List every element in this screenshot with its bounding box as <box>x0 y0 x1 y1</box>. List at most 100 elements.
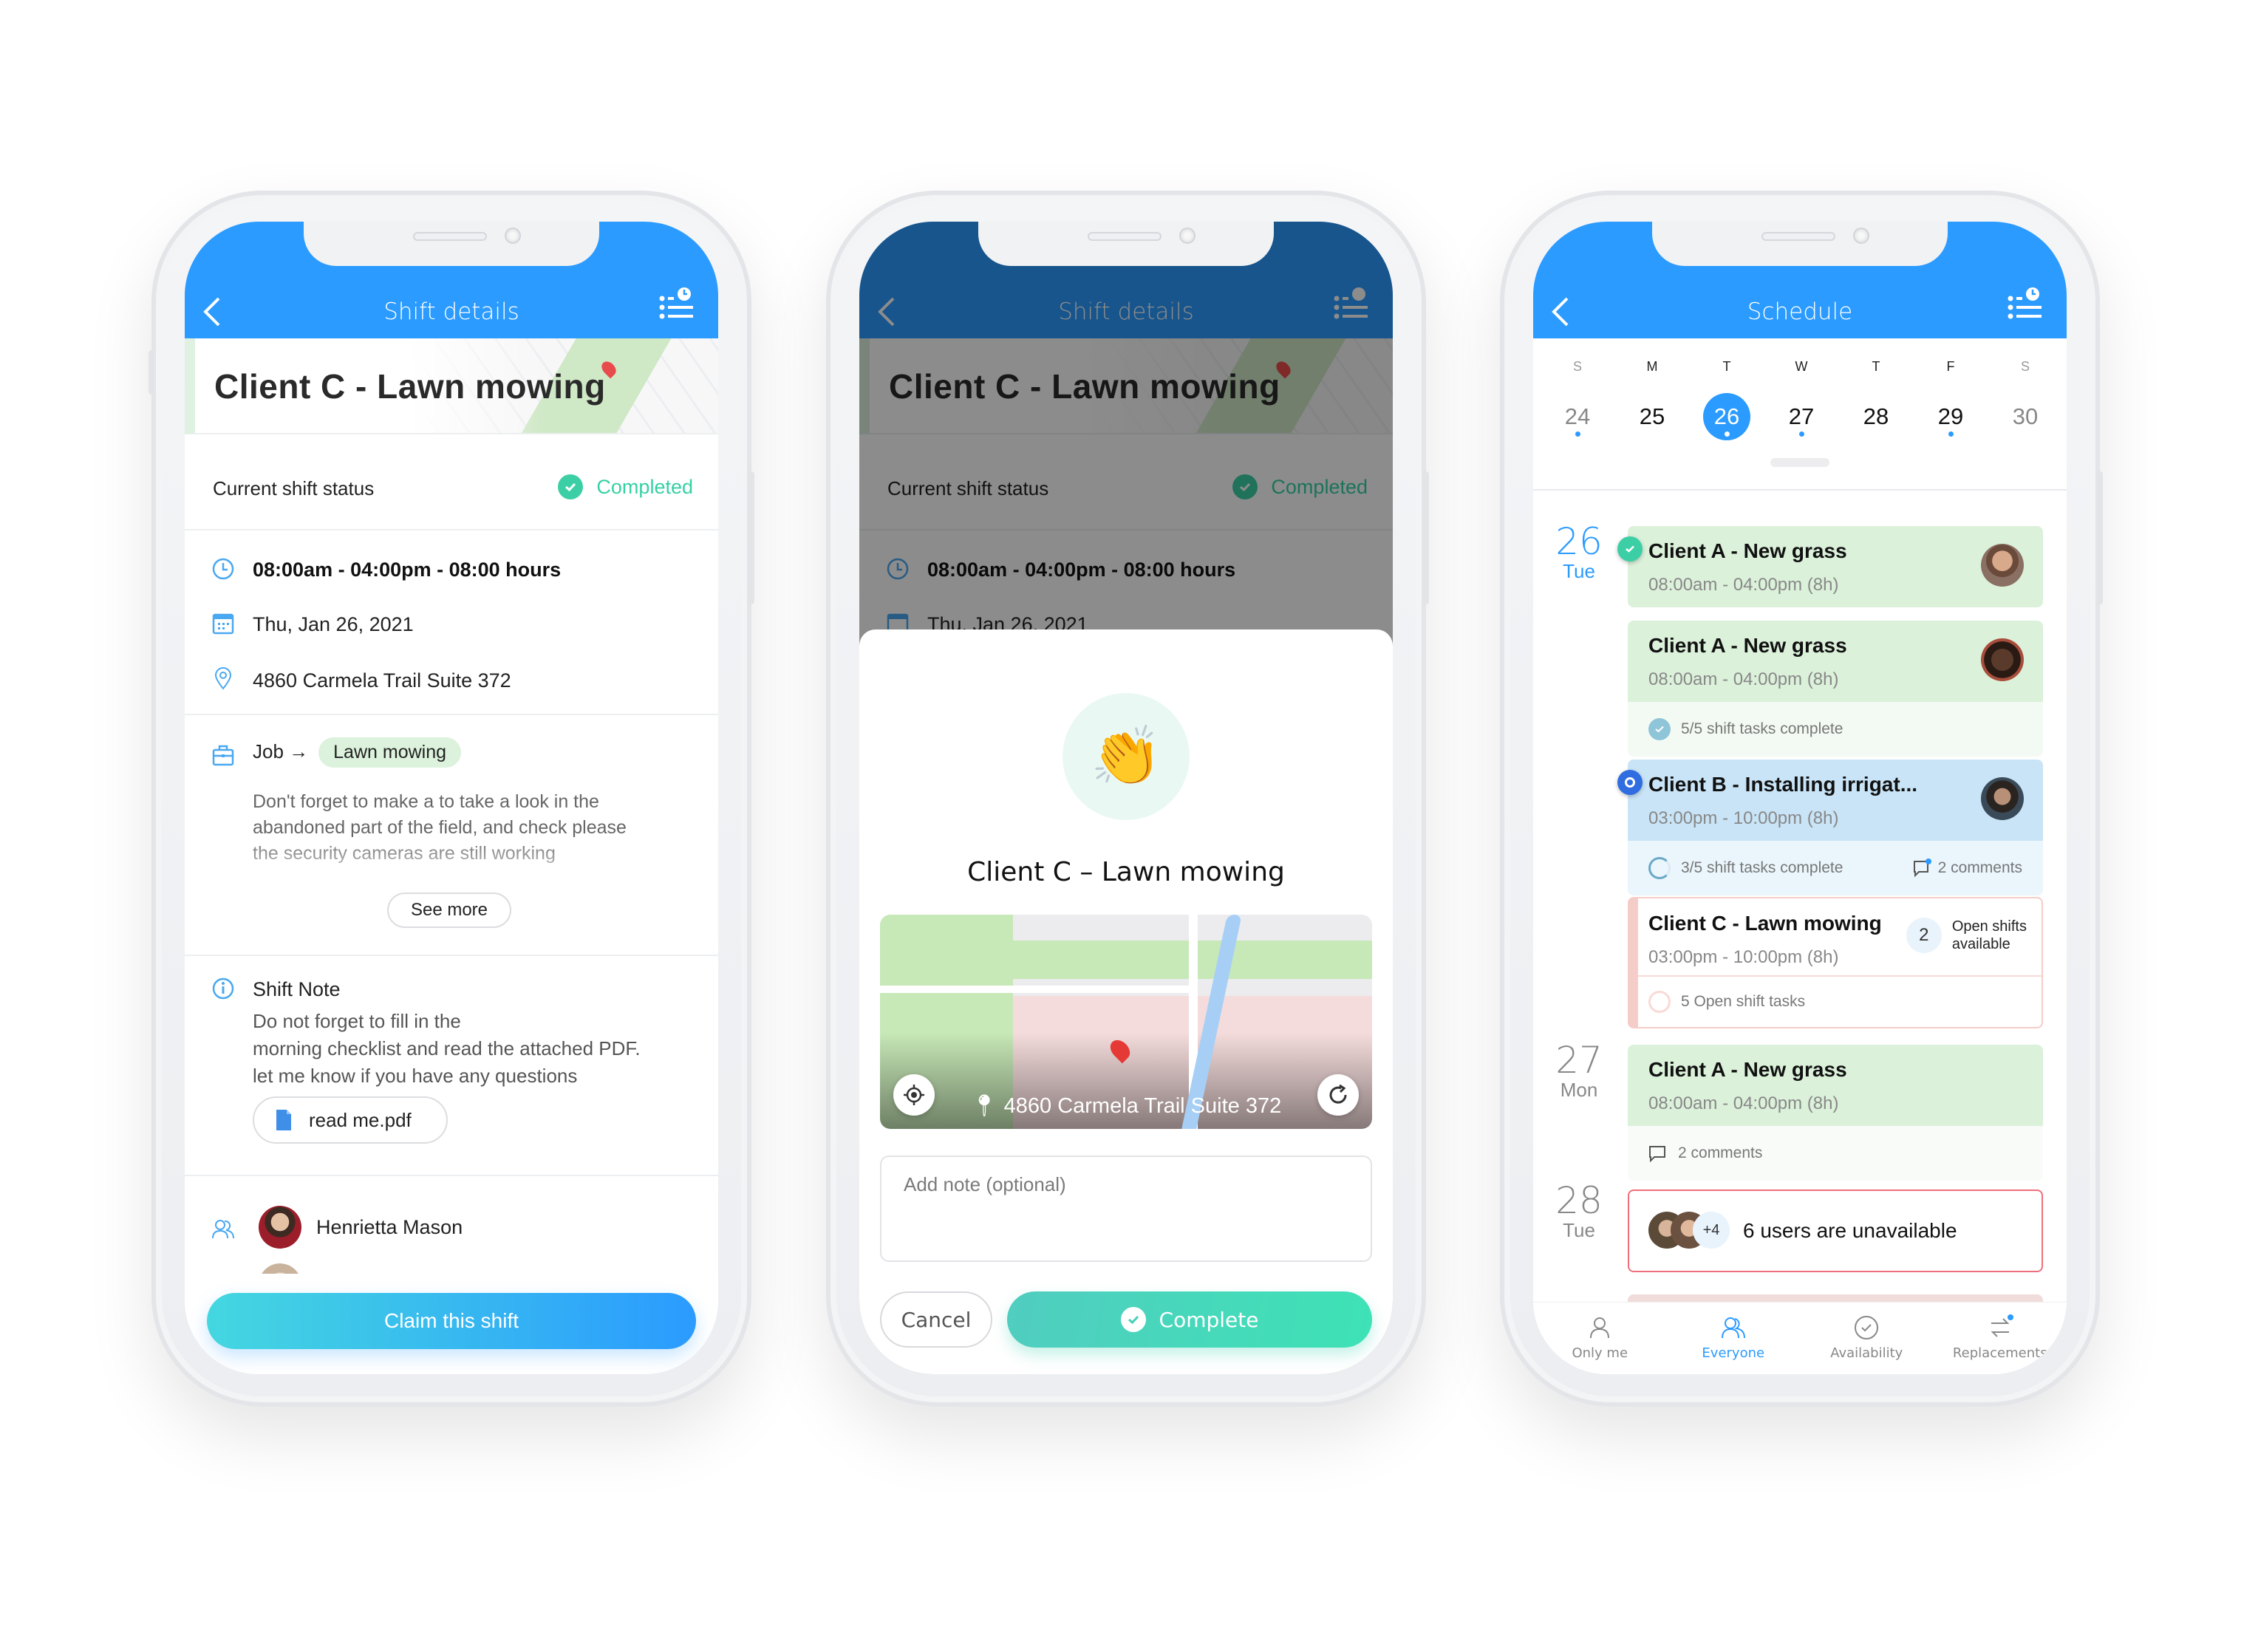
task-summary: 3/5 shift tasks complete 2 comments <box>1628 841 2043 895</box>
task-count: 5 Open shift tasks <box>1681 993 1806 1010</box>
weekday-letter: S <box>2020 359 2030 374</box>
open-shift-card[interactable]: Client C - Lawn mowing 03:00pm - 10:00pm… <box>1628 897 2043 1028</box>
check-circle-icon <box>558 474 584 499</box>
check-circle-icon <box>1120 1307 1146 1332</box>
tab-label: Only me <box>1572 1345 1628 1361</box>
complete-shift-sheet: 👏 Client C – Lawn mowing 📍︎ 4860 Carmela… <box>859 629 1393 1374</box>
shift-address: 4860 Carmela Trail Suite 372 <box>253 669 511 692</box>
comment-count: 2 comments <box>1678 1144 1763 1161</box>
note-line: let me know if you have any questions <box>253 1065 578 1087</box>
notch <box>978 222 1274 266</box>
tab-label: Everyone <box>1702 1345 1765 1361</box>
comment-icon <box>1649 1146 1665 1163</box>
day-button[interactable]: 30 <box>2002 393 2049 440</box>
claim-shift-button[interactable]: Claim this shift <box>207 1293 696 1349</box>
shift-card-time: 03:00pm - 10:00pm (8h) <box>1648 808 1839 828</box>
tab-availability[interactable]: Availability <box>1800 1303 1934 1374</box>
location-pin-icon <box>214 667 232 690</box>
event-indicator-dot <box>1948 431 1954 437</box>
avatar-stack: +4 <box>1648 1212 1730 1250</box>
note-input[interactable] <box>880 1156 1372 1262</box>
in-progress-status-icon <box>1617 770 1643 795</box>
shift-title: Client C - Lawn mowing <box>214 367 606 406</box>
shift-card[interactable]: Client B - Installing irrigat... 03:00pm… <box>1628 760 2043 895</box>
weekday-letter: M <box>1646 359 1658 374</box>
day-number: 26 <box>1555 520 1603 563</box>
screen: Shift details Client C - Lawn mowing Cur… <box>859 222 1393 1374</box>
people-icon <box>1721 1317 1745 1339</box>
side-button <box>1423 471 1429 604</box>
divider <box>185 955 718 956</box>
map-address: 📍︎ 4860 Carmela Trail Suite 372 <box>970 1094 1282 1118</box>
week-strip: S 24 M 25 T 26 W 27 T 28 F 29 S 30 <box>1533 338 2067 491</box>
comments[interactable]: 2 comments <box>1628 1126 2043 1181</box>
calendar-icon <box>212 613 234 635</box>
notch <box>1652 222 1948 266</box>
shift-card-time: 08:00am - 04:00pm (8h) <box>1648 575 1839 595</box>
day-number: 27 <box>1555 1039 1603 1082</box>
comments[interactable]: 2 comments <box>1913 859 2022 878</box>
open-shift-label: available <box>1951 936 2010 952</box>
tab-label: Replacements <box>1952 1345 2047 1361</box>
location-map[interactable]: 📍︎ 4860 Carmela Trail Suite 372 <box>880 915 1372 1129</box>
notch <box>304 222 599 266</box>
shift-card-time: 08:00am - 04:00pm (8h) <box>1648 1093 1839 1113</box>
weekday-letter: T <box>1872 359 1880 374</box>
tab-everyone[interactable]: Everyone <box>1667 1303 1801 1374</box>
shift-card[interactable]: Client A - New grass 08:00am - 04:00pm (… <box>1628 526 2043 607</box>
task-summary: 5/5 shift tasks complete <box>1628 702 2043 757</box>
job-row: Job → Lawn mowing <box>185 737 718 774</box>
note-line: morning checklist and read the attached … <box>253 1037 641 1059</box>
phone-complete-shift: Shift details Client C - Lawn mowing Cur… <box>826 191 1429 1407</box>
check-circle-icon <box>1855 1316 1879 1339</box>
person-icon <box>1590 1317 1610 1339</box>
unavailable-users-card[interactable]: +4 6 users are unavailable <box>1628 1189 2043 1272</box>
day-name: Tue <box>1563 560 1595 582</box>
page-title: Shift details <box>383 298 519 325</box>
day-button[interactable]: 28 <box>1852 393 1900 440</box>
date-row: Thu, Jan 26, 2021 <box>185 606 718 643</box>
weekday-letter: F <box>1946 359 1955 374</box>
tasks-progress-icon <box>1648 857 1671 879</box>
status-label: Current shift status <box>213 477 375 499</box>
complete-button[interactable]: Complete <box>1007 1291 1372 1348</box>
list-clock-icon[interactable] <box>658 285 696 324</box>
expand-handle[interactable] <box>1770 458 1829 467</box>
avatar <box>259 1206 301 1249</box>
clapping-hands-icon: 👏 <box>1063 693 1190 820</box>
job-chip[interactable]: Lawn mowing <box>318 737 462 768</box>
unavailable-text: 6 users are unavailable <box>1743 1219 1957 1242</box>
completed-status-icon <box>1617 536 1643 562</box>
list-clock-icon[interactable] <box>2006 285 2044 324</box>
assignee-name[interactable]: Henrietta Mason <box>316 1216 463 1239</box>
open-shift-label: Open shifts <box>1951 918 2027 935</box>
event-indicator-dot <box>1575 431 1580 437</box>
see-more-button[interactable]: See more <box>387 892 511 928</box>
map-address-text: 4860 Carmela Trail Suite 372 <box>1003 1094 1282 1118</box>
avatar <box>1981 777 2024 820</box>
screen: Schedule S 24 M 25 T 26 W 27 T 28 F 29 S 30 26 Tue Cl… <box>1533 222 2067 1374</box>
task-count: 3/5 shift tasks complete <box>1681 859 1843 876</box>
shift-card-time: 08:00am - 04:00pm (8h) <box>1648 669 1839 689</box>
complete-label: Complete <box>1159 1307 1259 1332</box>
shift-card[interactable]: Client A - New grass 08:00am - 04:00pm (… <box>1628 1045 2043 1181</box>
day-number: 28 <box>1555 1179 1603 1222</box>
shift-card[interactable]: Client A - New grass 08:00am - 04:00pm (… <box>1628 621 2043 757</box>
day-button[interactable]: 25 <box>1628 393 1676 440</box>
open-shifts-badge: 2 Open shifts available <box>1906 918 2027 953</box>
tab-only-me[interactable]: Only me <box>1533 1303 1667 1374</box>
attachment-button[interactable]: read me.pdf <box>253 1096 448 1144</box>
status-row: Current shift status Completed <box>185 448 718 529</box>
tab-replacements[interactable]: Replacements <box>1934 1303 2067 1374</box>
status-value: Completed <box>558 474 693 499</box>
day-name: Mon <box>1560 1079 1598 1101</box>
swap-arrows-icon <box>1991 1314 2013 1337</box>
open-task-icon <box>1648 991 1671 1013</box>
divider <box>185 1175 718 1176</box>
side-button <box>149 350 154 395</box>
phone-shift-details: Shift details Client C - Lawn mowing Cur… <box>149 191 754 1407</box>
cancel-button[interactable]: Cancel <box>880 1291 992 1348</box>
shift-time: 08:00am - 04:00pm - 08:00 hours <box>253 559 562 581</box>
weekday-letter: S <box>1572 359 1582 374</box>
day-name: Tue <box>1563 1219 1595 1241</box>
